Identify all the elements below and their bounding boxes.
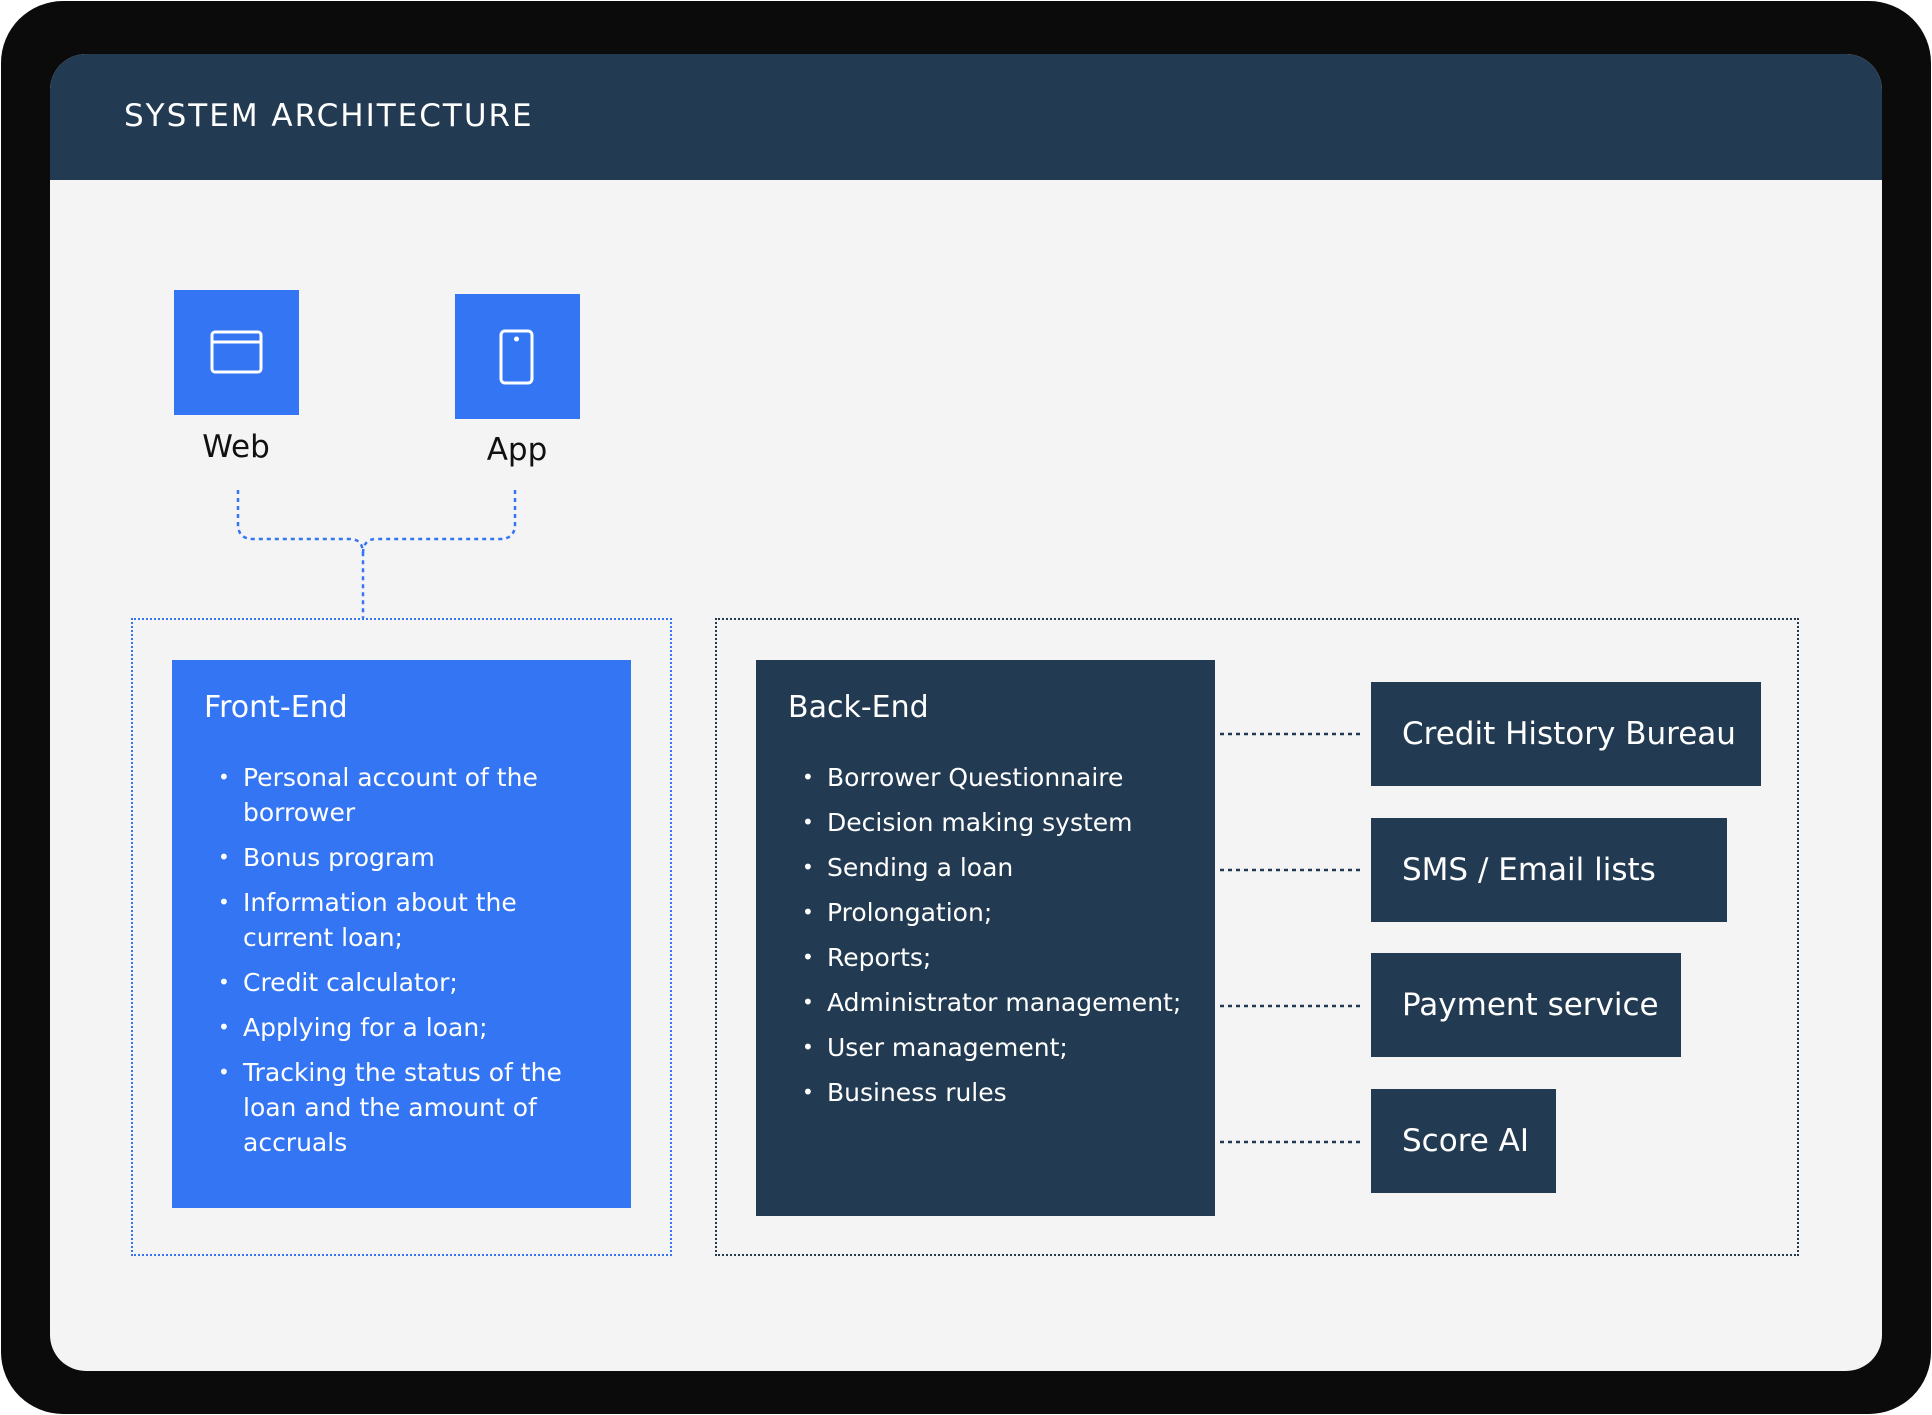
bullet-icon: • xyxy=(802,945,814,969)
clients-to-frontend-connector xyxy=(236,490,517,618)
service-score-ai: Score AI xyxy=(1371,1089,1556,1193)
list-item: • Borrower Questionnaire xyxy=(788,760,1227,795)
service-payment: Payment service xyxy=(1371,953,1681,1057)
list-item: • Bonus program xyxy=(204,840,603,875)
bullet-icon: • xyxy=(802,855,814,879)
bullet-icon: • xyxy=(802,900,814,924)
bullet-icon: • xyxy=(218,1015,230,1039)
bullet-icon: • xyxy=(802,990,814,1014)
backend-feature-list: • Borrower Questionnaire • Decision making… xyxy=(788,760,1227,1120)
bullet-icon: • xyxy=(802,1080,814,1104)
service-credit-history-bureau: Credit History Bureau xyxy=(1371,682,1761,786)
bullet-icon: • xyxy=(218,765,230,789)
list-item: • User management; xyxy=(788,1030,1227,1065)
list-item: • Personal account of the borrower xyxy=(204,760,603,830)
list-item: • Credit calculator; xyxy=(204,965,603,1000)
backend-title: Back-End xyxy=(788,690,929,725)
list-item: • Business rules xyxy=(788,1075,1227,1110)
list-item: • Applying for a loan; xyxy=(204,1010,603,1045)
list-item: • Sending a loan xyxy=(788,850,1227,885)
frontend-title: Front-End xyxy=(204,690,348,725)
list-item: • Information about the current loan; xyxy=(204,885,603,955)
device-frame: SYSTEM ARCHITECTURE Web App Front-End • … xyxy=(1,1,1931,1414)
bullet-icon: • xyxy=(218,890,230,914)
bullet-icon: • xyxy=(218,970,230,994)
list-item: • Prolongation; xyxy=(788,895,1227,930)
backend-panel: Back-End • Borrower Questionnaire • Decisi… xyxy=(756,660,1215,1216)
bullet-icon: • xyxy=(218,1060,230,1084)
bullet-icon: • xyxy=(218,845,230,869)
list-item: • Decision making system xyxy=(788,805,1227,840)
list-item: • Tracking the status of the loan and the… xyxy=(204,1055,603,1160)
frontend-feature-list: • Personal account of the borrower • Bonus… xyxy=(204,760,603,1170)
list-item: • Administrator management; xyxy=(788,985,1227,1020)
list-item: • Reports; xyxy=(788,940,1227,975)
diagram-canvas: SYSTEM ARCHITECTURE Web App Front-End • … xyxy=(50,54,1882,1371)
bullet-icon: • xyxy=(802,810,814,834)
bullet-icon: • xyxy=(802,1035,814,1059)
bullet-icon: • xyxy=(802,765,814,789)
frontend-panel: Front-End • Personal account of the borro… xyxy=(172,660,631,1208)
service-sms-email-lists: SMS / Email lists xyxy=(1371,818,1727,922)
